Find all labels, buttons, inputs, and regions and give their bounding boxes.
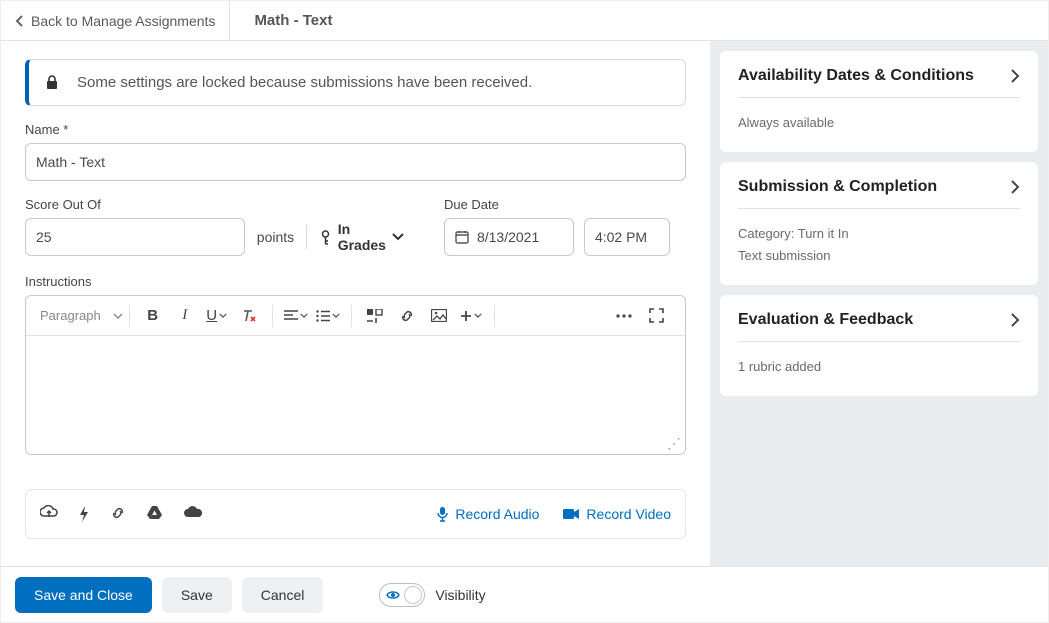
availability-summary: Always available (738, 112, 1020, 134)
score-input[interactable] (25, 218, 245, 256)
due-time-picker[interactable]: 4:02 PM (584, 218, 670, 256)
record-audio-label: Record Audio (455, 506, 539, 522)
submission-type: Text submission (738, 245, 1020, 267)
insert-more-button[interactable] (456, 301, 486, 331)
due-date-picker[interactable]: 8/13/2021 (444, 218, 574, 256)
submission-panel-toggle[interactable]: Submission & Completion (738, 178, 1020, 209)
chevron-right-icon (1011, 180, 1020, 194)
paragraph-style-label: Paragraph (40, 308, 101, 323)
google-drive-button[interactable] (146, 505, 163, 523)
more-toolbar-button[interactable] (609, 301, 639, 331)
chevron-left-icon (15, 15, 25, 27)
insert-link-button[interactable] (392, 301, 422, 331)
paragraph-style-select[interactable]: Paragraph (34, 308, 127, 323)
attach-link-button[interactable] (110, 505, 126, 523)
availability-panel-toggle[interactable]: Availability Dates & Conditions (738, 67, 1020, 98)
attachment-bar: Record Audio Record Video (25, 489, 686, 539)
record-video-button[interactable]: Record Video (563, 506, 671, 522)
underline-button[interactable]: U (202, 301, 232, 331)
lock-icon (45, 75, 59, 91)
chevron-down-icon (392, 233, 404, 241)
bold-button[interactable]: B (138, 301, 168, 331)
calendar-icon (455, 230, 469, 244)
instructions-textarea[interactable] (26, 336, 685, 454)
instructions-label: Instructions (25, 274, 686, 289)
visibility-toggle[interactable] (379, 583, 425, 607)
clear-format-button[interactable] (234, 301, 264, 331)
page-title: Math - Text (230, 1, 356, 40)
record-audio-button[interactable]: Record Audio (436, 506, 539, 522)
points-label: points (257, 229, 294, 245)
quicklink-button[interactable] (78, 505, 90, 523)
record-video-label: Record Video (586, 506, 671, 522)
back-to-manage-link[interactable]: Back to Manage Assignments (1, 1, 230, 40)
locked-banner-message: Some settings are locked because submiss… (77, 74, 532, 91)
onedrive-button[interactable] (183, 505, 203, 523)
upload-file-button[interactable] (40, 505, 58, 523)
submission-category: Category: Turn it In (738, 223, 1020, 245)
in-grades-dropdown[interactable]: In Grades (319, 221, 404, 253)
rich-text-editor: Paragraph B I U (25, 295, 686, 455)
visibility-label: Visibility (435, 587, 485, 603)
due-date-value: 8/13/2021 (477, 229, 539, 245)
due-time-value: 4:02 PM (595, 229, 647, 245)
insert-image-button[interactable] (424, 301, 454, 331)
microphone-icon (436, 506, 449, 522)
italic-button[interactable]: I (170, 301, 200, 331)
back-label: Back to Manage Assignments (31, 13, 215, 29)
score-label: Score Out Of (25, 197, 404, 212)
chevron-right-icon (1011, 313, 1020, 327)
chevron-right-icon (1011, 69, 1020, 83)
locked-settings-banner: Some settings are locked because submiss… (25, 59, 686, 106)
save-and-close-button[interactable]: Save and Close (15, 577, 152, 613)
in-grades-label: In Grades (338, 221, 386, 253)
chevron-down-icon (113, 313, 123, 319)
key-icon (319, 230, 332, 245)
video-camera-icon (563, 508, 580, 520)
name-input[interactable] (25, 143, 686, 181)
cancel-button[interactable]: Cancel (242, 577, 324, 613)
availability-panel-title: Availability Dates & Conditions (738, 67, 974, 85)
name-label: Name * (25, 122, 686, 137)
list-button[interactable] (313, 301, 343, 331)
submission-panel-title: Submission & Completion (738, 178, 937, 196)
eye-icon (386, 590, 400, 600)
save-button[interactable]: Save (162, 577, 232, 613)
align-button[interactable] (281, 301, 311, 331)
insert-stuff-button[interactable] (360, 301, 390, 331)
evaluation-summary: 1 rubric added (738, 356, 1020, 378)
evaluation-panel-toggle[interactable]: Evaluation & Feedback (738, 311, 1020, 342)
fullscreen-button[interactable] (641, 301, 671, 331)
separator (306, 225, 307, 249)
evaluation-panel-title: Evaluation & Feedback (738, 311, 913, 329)
due-date-label: Due Date (444, 197, 670, 212)
